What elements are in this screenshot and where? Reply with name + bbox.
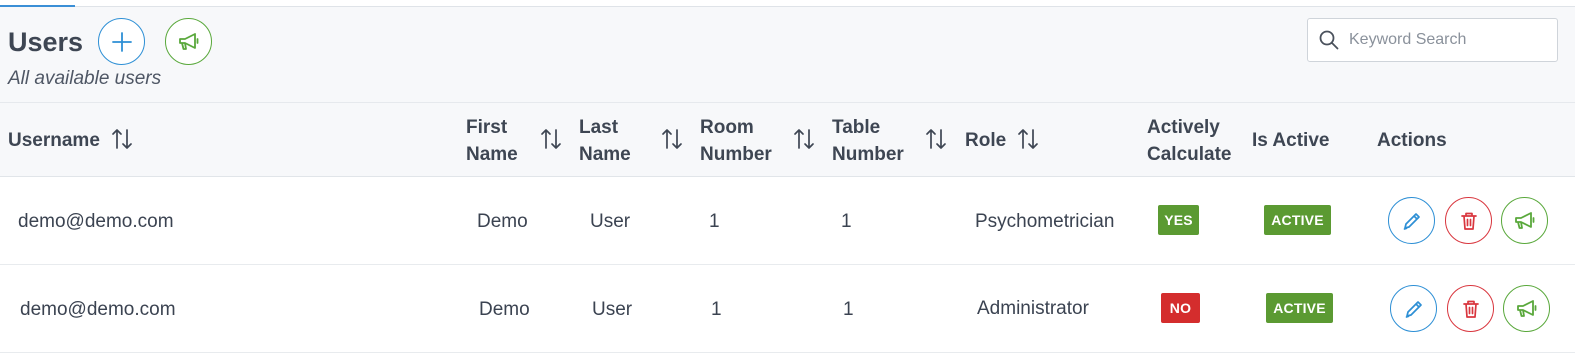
- column-header-role[interactable]: Role: [965, 127, 1006, 154]
- sort-arrows-icon[interactable]: [540, 127, 562, 156]
- column-header-label-line2: Number: [832, 144, 904, 165]
- column-header-label: Table: [832, 117, 881, 138]
- plus-icon: [111, 31, 132, 52]
- table-row: demo@demo.com Demo User 1 1 Psychometrician YE…: [0, 177, 1575, 265]
- sort-arrows-icon[interactable]: [111, 127, 133, 156]
- search-icon: [1319, 30, 1339, 50]
- notify-button[interactable]: [1503, 285, 1550, 332]
- column-header-actively-calculate: Actively Calculate: [1147, 114, 1231, 168]
- cell-first-name: Demo: [477, 211, 528, 232]
- cell-role: Psychometrician: [975, 211, 1115, 232]
- sort-arrows-icon[interactable]: [925, 127, 947, 156]
- column-header-label: First: [466, 117, 508, 138]
- add-user-button[interactable]: [98, 18, 145, 65]
- actively-calculate-badge: NO: [1161, 293, 1200, 323]
- edit-button[interactable]: [1388, 197, 1435, 244]
- column-header-label: Is Active: [1252, 130, 1330, 151]
- sort-arrows-icon[interactable]: [793, 127, 815, 156]
- cell-room-number: 1: [709, 211, 720, 232]
- pencil-icon: [1405, 300, 1422, 318]
- pencil-icon: [1403, 212, 1420, 230]
- keyword-search-box[interactable]: [1307, 18, 1558, 62]
- cell-room-number: 1: [711, 299, 722, 320]
- cell-username: demo@demo.com: [20, 299, 176, 320]
- column-header-label-line2: Name: [579, 144, 631, 165]
- table-header: Username First Name Last Name Room Number Table…: [0, 102, 1575, 177]
- column-header-label: Actively: [1147, 117, 1220, 138]
- is-active-badge: ACTIVE: [1264, 205, 1331, 235]
- table-row: demo@demo.com Demo User 1 1 Administrator NO AC…: [0, 265, 1575, 353]
- sort-arrows-icon[interactable]: [661, 127, 683, 156]
- cell-last-name: User: [592, 299, 633, 320]
- column-header-label-line2: Number: [700, 144, 772, 165]
- column-header-label-line2: Name: [466, 144, 518, 165]
- column-header-label: Username: [8, 130, 100, 151]
- column-header-label-line2: Calculate: [1147, 144, 1232, 165]
- column-header-first-name[interactable]: First Name: [466, 114, 518, 168]
- megaphone-icon: [1514, 211, 1534, 229]
- column-header-table-number[interactable]: Table Number: [832, 114, 904, 168]
- cell-first-name: Demo: [479, 299, 530, 320]
- delete-button[interactable]: [1445, 197, 1492, 244]
- page-header: Users All available users: [0, 7, 1575, 102]
- megaphone-icon: [178, 32, 198, 50]
- trash-icon: [1460, 212, 1477, 230]
- cell-table-number: 1: [841, 211, 852, 232]
- cell-username: demo@demo.com: [18, 211, 174, 232]
- column-header-label: Actions: [1377, 130, 1447, 151]
- column-header-username[interactable]: Username: [8, 127, 100, 154]
- cell-last-name: User: [590, 211, 631, 232]
- column-header-label: Role: [965, 130, 1007, 151]
- column-header-label: Room: [700, 117, 754, 138]
- is-active-badge: ACTIVE: [1266, 293, 1333, 323]
- cell-table-number: 1: [843, 299, 854, 320]
- column-header-is-active: Is Active: [1252, 127, 1329, 154]
- actively-calculate-badge: YES: [1158, 205, 1199, 235]
- edit-button[interactable]: [1390, 285, 1437, 332]
- page-subtitle: All available users: [8, 68, 162, 89]
- delete-button[interactable]: [1447, 285, 1494, 332]
- announce-button[interactable]: [165, 18, 212, 65]
- sort-arrows-icon[interactable]: [1017, 127, 1039, 156]
- search-input[interactable]: [1349, 31, 1549, 49]
- column-header-label: Last: [579, 117, 619, 138]
- column-header-last-name[interactable]: Last Name: [579, 114, 631, 168]
- notify-button[interactable]: [1501, 197, 1548, 244]
- page-title: Users: [8, 27, 84, 57]
- cell-role: Administrator: [977, 298, 1089, 319]
- megaphone-icon: [1516, 299, 1536, 317]
- column-header-actions: Actions: [1377, 127, 1447, 154]
- trash-icon: [1462, 300, 1479, 318]
- column-header-room-number[interactable]: Room Number: [700, 114, 772, 168]
